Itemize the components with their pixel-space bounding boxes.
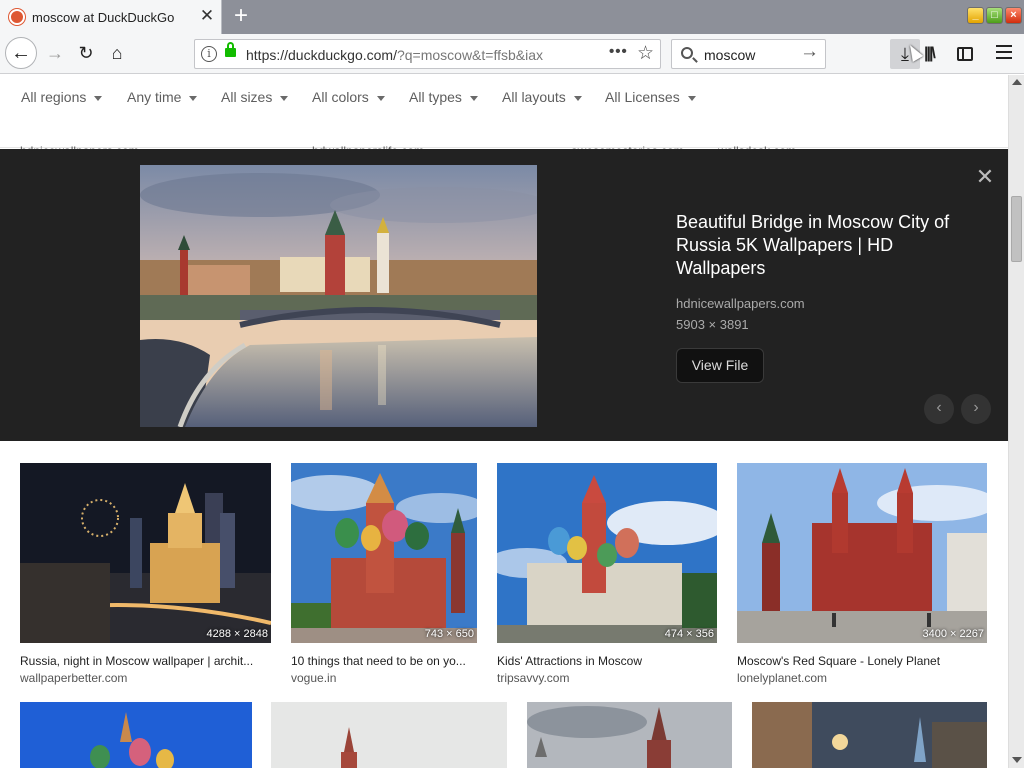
result-thumbnail[interactable]: [271, 702, 507, 768]
chevron-down-icon: [469, 95, 478, 101]
home-button[interactable]: ⌂: [102, 38, 132, 68]
page-content: hdnicewallpapers.com hdwallpaperslife.co…: [0, 75, 1008, 768]
library-icon[interactable]: |||\: [924, 39, 946, 69]
detail-dimensions: 5903 × 3891: [676, 317, 749, 332]
sidebar-toggle-icon[interactable]: [957, 47, 973, 61]
site-info-icon[interactable]: i: [201, 46, 217, 62]
new-tab-button[interactable]: +: [229, 3, 253, 29]
chevron-down-icon: [280, 95, 289, 101]
result-card[interactable]: 3400 × 2267 Moscow's Red Square - Lonely…: [737, 463, 987, 685]
scroll-up-icon[interactable]: [1012, 79, 1022, 85]
result-title[interactable]: Russia, night in Moscow wallpaper | arch…: [20, 654, 271, 668]
secure-lock-icon: [225, 42, 236, 57]
filter-bar: All regions Any time All sizes All color…: [0, 75, 1008, 119]
filter-label: All regions: [21, 89, 87, 105]
forward-button[interactable]: →: [40, 38, 70, 68]
result-thumbnail[interactable]: 743 × 650: [291, 463, 477, 643]
url-bar[interactable]: i https://duckduckgo.com/?q=moscow&t=ffs…: [194, 39, 661, 69]
filter-label: All types: [409, 89, 462, 105]
result-source[interactable]: wallpaperbetter.com: [20, 671, 271, 685]
image-dimensions: 474 × 356: [664, 628, 714, 640]
chevron-down-icon: [687, 95, 696, 101]
result-card[interactable]: 474 × 356 Kids' Attractions in Moscow tr…: [497, 463, 717, 685]
chevron-down-icon: [573, 95, 582, 101]
search-go-icon[interactable]: →: [800, 41, 819, 63]
filter-label: All colors: [312, 89, 369, 105]
next-image-button[interactable]: ›: [961, 394, 991, 424]
filter-sizes[interactable]: All sizes: [221, 89, 289, 105]
result-source[interactable]: tripsavvy.com: [497, 671, 717, 685]
browser-search-box[interactable]: moscow →: [671, 39, 826, 69]
filter-types[interactable]: All types: [409, 89, 478, 105]
image-dimensions: 3400 × 2267: [922, 628, 984, 640]
tab-strip: moscow at DuckDuckGo ✕ + _ □ ×: [0, 0, 1024, 34]
window-minimize-button[interactable]: _: [967, 7, 984, 24]
scrollbar-thumb[interactable]: [1011, 196, 1022, 262]
view-file-button[interactable]: View File: [676, 348, 764, 383]
result-thumbnail[interactable]: [20, 702, 252, 768]
filter-label: All sizes: [221, 89, 273, 105]
tab-title: moscow at DuckDuckGo: [32, 10, 175, 25]
filter-layouts[interactable]: All layouts: [502, 89, 582, 105]
window-close-button[interactable]: ×: [1005, 7, 1022, 24]
result-thumbnail[interactable]: [752, 702, 987, 768]
previous-image-button[interactable]: ‹: [924, 394, 954, 424]
tab-active[interactable]: moscow at DuckDuckGo ✕: [0, 0, 222, 34]
result-source[interactable]: vogue.in: [291, 671, 477, 685]
result-source[interactable]: lonelyplanet.com: [737, 671, 987, 685]
image-dimensions: 4288 × 2848: [206, 628, 268, 640]
filter-label: All layouts: [502, 89, 566, 105]
url-query: ?q=moscow&t=ffsb&iax: [396, 47, 544, 63]
result-title[interactable]: Moscow's Red Square - Lonely Planet: [737, 654, 987, 668]
browser-window: moscow at DuckDuckGo ✕ + _ □ × ← → ↻ ⌂ i…: [0, 0, 1024, 768]
result-card[interactable]: 743 × 650 10 things that need to be on y…: [291, 463, 477, 685]
chevron-down-icon: [189, 95, 198, 101]
url-main: https://duckduckgo.com/: [246, 47, 397, 63]
filter-label: Any time: [127, 89, 182, 105]
result-thumbnail[interactable]: 4288 × 2848: [20, 463, 271, 643]
result-thumbnail[interactable]: 3400 × 2267: [737, 463, 987, 643]
page-actions-icon[interactable]: •••: [609, 43, 628, 60]
filter-licenses[interactable]: All Licenses: [605, 89, 696, 105]
filter-regions[interactable]: All regions: [21, 89, 103, 105]
scroll-down-icon[interactable]: [1012, 757, 1022, 763]
reload-button[interactable]: ↻: [71, 38, 101, 68]
result-card[interactable]: 4288 × 2848 Russia, night in Moscow wall…: [20, 463, 271, 685]
url-text[interactable]: https://duckduckgo.com/?q=moscow&t=ffsb&…: [246, 47, 576, 63]
duckduckgo-favicon-icon: [9, 9, 25, 25]
detail-image[interactable]: [140, 165, 537, 427]
search-input[interactable]: moscow: [704, 47, 755, 63]
image-detail-panel: Beautiful Bridge in Moscow City of Russi…: [0, 149, 1008, 441]
close-icon[interactable]: ✕: [975, 166, 995, 188]
search-icon: [681, 47, 693, 59]
back-button[interactable]: ←: [5, 37, 37, 69]
chevron-down-icon: [376, 95, 385, 101]
tab-close-icon[interactable]: ✕: [198, 7, 216, 25]
navigation-toolbar: ← → ↻ ⌂ i https://duckduckgo.com/?q=mosc…: [0, 34, 1024, 74]
image-dimensions: 743 × 650: [424, 628, 474, 640]
hamburger-menu-icon[interactable]: [996, 45, 1012, 61]
result-title[interactable]: Kids' Attractions in Moscow: [497, 654, 717, 668]
filter-label: All Licenses: [605, 89, 680, 105]
filter-time[interactable]: Any time: [127, 89, 198, 105]
detail-title[interactable]: Beautiful Bridge in Moscow City of Russi…: [676, 211, 956, 280]
bookmark-star-icon[interactable]: ☆: [637, 42, 654, 65]
result-thumbnail[interactable]: [527, 702, 732, 768]
result-title[interactable]: 10 things that need to be on yo...: [291, 654, 477, 668]
page-scrollbar[interactable]: [1008, 75, 1024, 768]
detail-source[interactable]: hdnicewallpapers.com: [676, 296, 805, 311]
result-thumbnail[interactable]: 474 × 356: [497, 463, 717, 643]
window-maximize-button[interactable]: □: [986, 7, 1003, 24]
chevron-down-icon: [94, 95, 103, 101]
filter-colors[interactable]: All colors: [312, 89, 385, 105]
